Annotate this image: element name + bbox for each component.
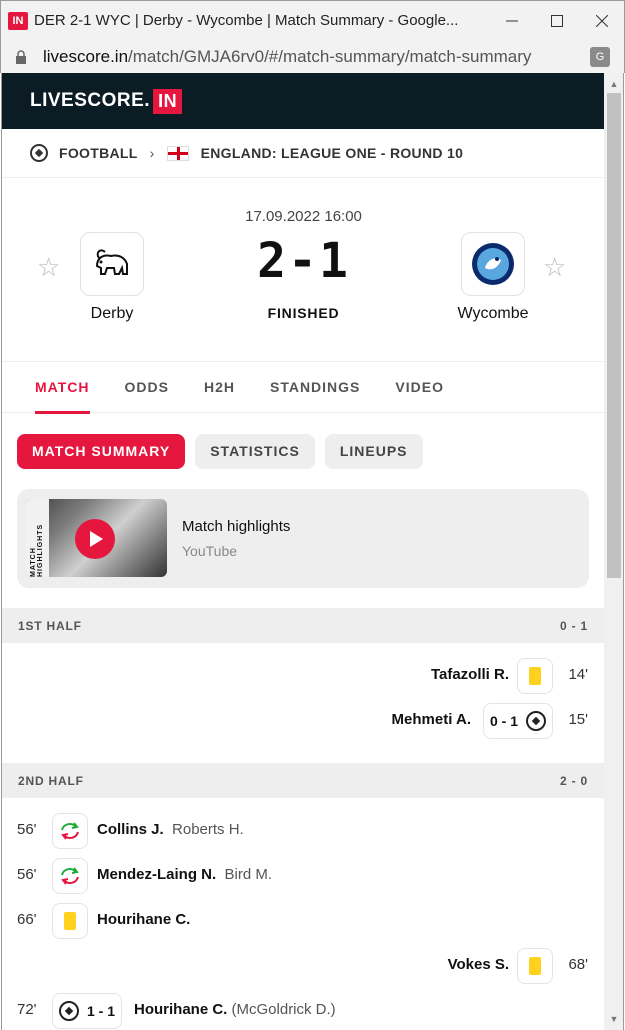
highlight-thumbnail[interactable]: MATCH HIGHLIGHTS	[25, 499, 167, 577]
page-scrollbar[interactable]: ▲ ▼	[604, 73, 624, 1030]
second-half-events: 56' Collins J. Roberts H. 56' Mendez-Lai…	[2, 798, 604, 1030]
event-player[interactable]: Hourihane C.	[97, 911, 190, 928]
event-row: 66' Hourihane C.	[2, 898, 604, 943]
event-minute: 66'	[17, 911, 37, 928]
event-player-out[interactable]: Bird M.	[225, 866, 273, 883]
away-team-name[interactable]: Wycombe	[413, 305, 573, 323]
logo-badge: IN	[153, 88, 183, 114]
england-flag-icon	[166, 145, 189, 161]
first-half-events: Tafazolli R. 14' Mehmeti A. 0 - 1 15'	[2, 643, 604, 763]
period-score: 0 - 1	[559, 618, 588, 633]
event-player[interactable]: Collins J. Roberts H.	[97, 821, 244, 838]
substitution-icon	[52, 858, 88, 894]
event-row: 56' Mendez-Laing N. Bird M.	[2, 853, 604, 898]
event-row: Vokes S. 68'	[2, 943, 604, 988]
url-text[interactable]: livescore.in/match/GMJA6rv0/#/match-summ…	[43, 47, 531, 67]
minimize-button[interactable]	[489, 1, 534, 41]
event-player[interactable]: Mehmeti A.	[392, 711, 471, 728]
subtab-lineups[interactable]: LINEUPS	[324, 433, 423, 469]
goal-score-box: 0 - 1	[482, 703, 553, 739]
url-path: /match/GMJA6rv0/#/match-summary/match-su…	[128, 46, 532, 66]
tab-h2h[interactable]: H2H	[204, 362, 235, 413]
breadcrumb: FOOTBALL › ENGLAND: LEAGUE ONE - ROUND 1…	[2, 129, 604, 178]
breadcrumb-sport[interactable]: FOOTBALL	[59, 145, 138, 161]
site-header: LIVESCORE. IN	[2, 73, 604, 129]
subtab-match-summary[interactable]: MATCH SUMMARY	[17, 433, 186, 469]
favorite-away-star-icon[interactable]: ☆	[543, 252, 566, 283]
period-score: 2 - 0	[559, 773, 588, 788]
subtab-statistics[interactable]: STATISTICS	[195, 433, 315, 469]
yellow-card-icon	[517, 948, 553, 984]
window-title: DER 2-1 WYC | Derby - Wycombe | Match Su…	[34, 12, 459, 29]
event-player[interactable]: Mendez-Laing N. Bird M.	[97, 866, 272, 883]
yellow-card-icon	[52, 903, 88, 939]
event-minute: 56'	[17, 866, 37, 883]
event-minute: 15'	[568, 711, 588, 728]
close-icon	[595, 15, 608, 27]
url-host: livescore.in	[43, 46, 129, 66]
highlights-card[interactable]: MATCH HIGHLIGHTS Match highlights YouTub…	[17, 489, 589, 588]
tab-standings[interactable]: STANDINGS	[270, 362, 360, 413]
breadcrumb-competition[interactable]: ENGLAND: LEAGUE ONE - ROUND 10	[201, 145, 464, 161]
window-controls	[489, 1, 624, 41]
wycombe-logo[interactable]	[461, 232, 525, 296]
event-row: Mehmeti A. 0 - 1 15'	[2, 698, 604, 743]
minimize-icon	[505, 20, 518, 22]
play-icon[interactable]	[75, 519, 115, 559]
event-row: 72' 1 - 1 Hourihane C. (McGoldrick D.)	[2, 988, 604, 1030]
period-header-first-half: 1ST HALF 0 - 1	[2, 608, 604, 643]
scrollbar-thumb[interactable]	[607, 93, 621, 578]
event-player[interactable]: Hourihane C. (McGoldrick D.)	[134, 1001, 336, 1018]
period-header-second-half: 2ND HALF 2 - 0	[2, 763, 604, 798]
event-player[interactable]: Vokes S.	[448, 956, 509, 973]
chevron-right-icon: ›	[149, 145, 155, 161]
tab-odds[interactable]: ODDS	[125, 362, 169, 413]
lock-icon	[15, 49, 27, 64]
scroll-down-icon[interactable]: ▼	[604, 1010, 624, 1028]
thumbnail-band: MATCH HIGHLIGHTS	[25, 499, 49, 577]
period-name: 1ST HALF	[18, 618, 82, 633]
event-minute: 14'	[568, 666, 588, 683]
period-name: 2ND HALF	[18, 773, 84, 788]
event-player[interactable]: Tafazolli R.	[431, 666, 509, 683]
event-row: 56' Collins J. Roberts H.	[2, 808, 604, 853]
tab-match[interactable]: MATCH	[35, 362, 90, 414]
highlight-source: YouTube	[182, 543, 238, 559]
goal-score: 0 - 1	[489, 713, 518, 729]
livescore-logo[interactable]: LIVESCORE. IN	[30, 88, 183, 114]
event-assist[interactable]: (McGoldrick D.)	[232, 1001, 336, 1018]
maximize-button[interactable]	[534, 1, 579, 41]
substitution-icon	[52, 813, 88, 849]
goal-score: 1 - 1	[87, 1003, 116, 1019]
address-bar[interactable]: livescore.in/match/GMJA6rv0/#/match-summ…	[0, 40, 625, 73]
logo-text: LIVESCORE.	[30, 90, 151, 111]
goal-icon	[59, 1001, 79, 1021]
event-player-out[interactable]: Roberts H.	[172, 821, 244, 838]
yellow-card-icon	[517, 658, 553, 694]
match-datetime: 17.09.2022 16:00	[245, 208, 362, 225]
page-content: LIVESCORE. IN FOOTBALL › ENGLAND: LEAGUE…	[1, 73, 604, 1030]
scroll-up-icon[interactable]: ▲	[604, 75, 624, 93]
football-icon	[30, 144, 48, 162]
event-minute: 68'	[568, 956, 588, 973]
translate-icon[interactable]: G	[590, 47, 610, 67]
livescore-app-icon: IN	[8, 11, 28, 30]
event-row: Tafazolli R. 14'	[2, 653, 604, 698]
close-button[interactable]	[579, 1, 624, 41]
sub-tabs: MATCH SUMMARY STATISTICS LINEUPS	[2, 413, 604, 489]
goal-score-box: 1 - 1	[52, 993, 123, 1029]
highlight-title[interactable]: Match highlights	[182, 518, 290, 535]
goal-icon	[526, 711, 546, 731]
match-header: 17.09.2022 16:00 ☆ Derby 2-1 FINISHED Wy…	[2, 178, 604, 362]
main-tabs: MATCH ODDS H2H STANDINGS VIDEO	[2, 362, 604, 414]
event-minute: 56'	[17, 821, 37, 838]
window-titlebar: IN DER 2-1 WYC | Derby - Wycombe | Match…	[0, 0, 625, 40]
event-minute: 72'	[17, 1001, 37, 1018]
maximize-icon	[550, 15, 563, 27]
tab-video[interactable]: VIDEO	[395, 362, 444, 413]
